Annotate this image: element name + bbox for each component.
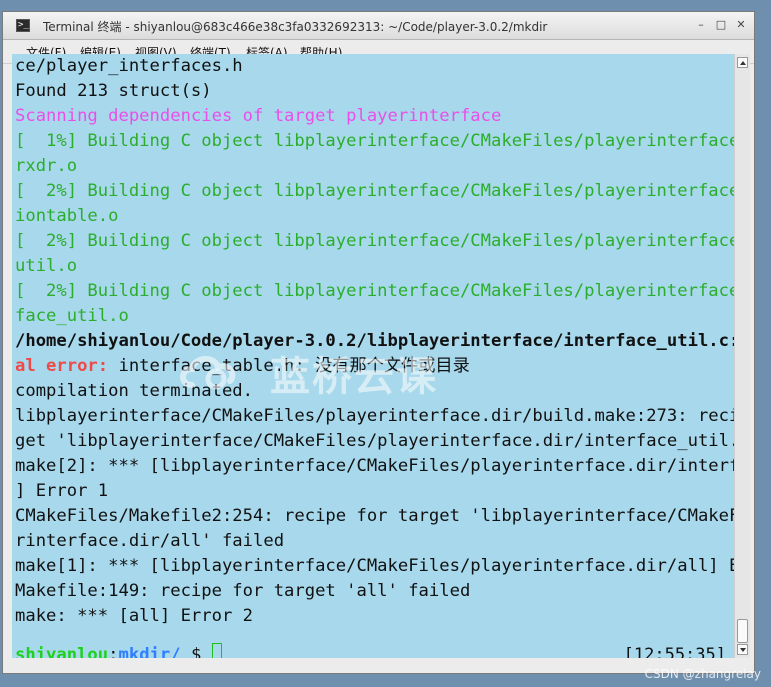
output-line: face_util.o (15, 306, 129, 326)
window-title: Terminal 终端 - shiyanlou@683c466e38c3fa03… (43, 20, 548, 34)
output-line: get 'libplayerinterface/CMakeFiles/playe… (15, 431, 734, 451)
prompt-symbol: $ (180, 645, 212, 658)
terminal-output[interactable]: ce/player_interfaces.h Found 213 struct(… (12, 54, 734, 658)
output-line: compilation terminated. (15, 381, 253, 401)
terminal-icon: >_ (16, 19, 30, 32)
vertical-scrollbar[interactable] (734, 54, 750, 658)
shell-prompt[interactable]: shiyanlou:mkdir/ $ (15, 643, 222, 658)
error-line: al error: interface_table.h: 没有那个文件或目录 (15, 354, 470, 379)
output-line: libplayerinterface/CMakeFiles/playerinte… (15, 406, 734, 426)
output-line: make[1]: *** [libplayerinterface/CMakeFi… (15, 556, 734, 576)
output-line: CMakeFiles/Makefile2:254: recipe for tar… (15, 506, 734, 526)
output-line: [ 2%] Building C object libplayerinterfa… (15, 281, 734, 301)
error-label: al error: (15, 356, 119, 376)
prompt-sep: : (108, 645, 119, 658)
output-line: Found 213 struct(s) (15, 81, 212, 101)
output-line: rxdr.o (15, 156, 78, 176)
output-line: iontable.o (15, 206, 119, 226)
scroll-down-icon[interactable] (737, 644, 748, 655)
output-line: rinterface.dir/all' failed (15, 531, 285, 551)
output-line: make[2]: *** [libplayerinterface/CMakeFi… (15, 456, 734, 476)
text-cursor[interactable] (211, 643, 222, 658)
csdn-credit: CSDN @zhangrelay (644, 667, 761, 681)
prompt-dir: mkdir/ (118, 645, 181, 658)
error-message: interface_table.h: 没有那个文件或目录 (118, 356, 470, 376)
maximize-icon[interactable]: □ (714, 18, 728, 32)
prompt-user: shiyanlou (15, 645, 109, 658)
error-line: /home/shiyanlou/Code/player-3.0.2/libpla… (15, 329, 734, 354)
output-line: ce/player_interfaces.h (15, 56, 243, 76)
scroll-up-icon[interactable] (737, 57, 748, 68)
output-line: Makefile:149: recipe for target 'all' fa… (15, 581, 471, 601)
scroll-thumb[interactable] (737, 619, 748, 643)
close-icon[interactable]: ✕ (734, 18, 748, 32)
prompt-clock: [12:55:35] (623, 645, 726, 658)
output-line: [ 1%] Building C object libplayerinterfa… (15, 131, 734, 151)
output-line: util.o (15, 256, 78, 276)
output-line: [ 2%] Building C object libplayerinterfa… (15, 181, 734, 201)
output-line: ] Error 1 (15, 481, 109, 501)
output-line: make: *** [all] Error 2 (15, 606, 253, 626)
title-bar[interactable]: >_ Terminal 终端 - shiyanlou@683c466e38c3f… (3, 12, 754, 40)
output-line: [ 2%] Building C object libplayerinterfa… (15, 231, 734, 251)
minimize-icon[interactable]: – (694, 18, 708, 32)
output-line: Scanning dependencies of target playerin… (15, 106, 502, 126)
error-path: /home/shiyanlou/Code/player-3.0.2/libpla… (15, 331, 734, 351)
